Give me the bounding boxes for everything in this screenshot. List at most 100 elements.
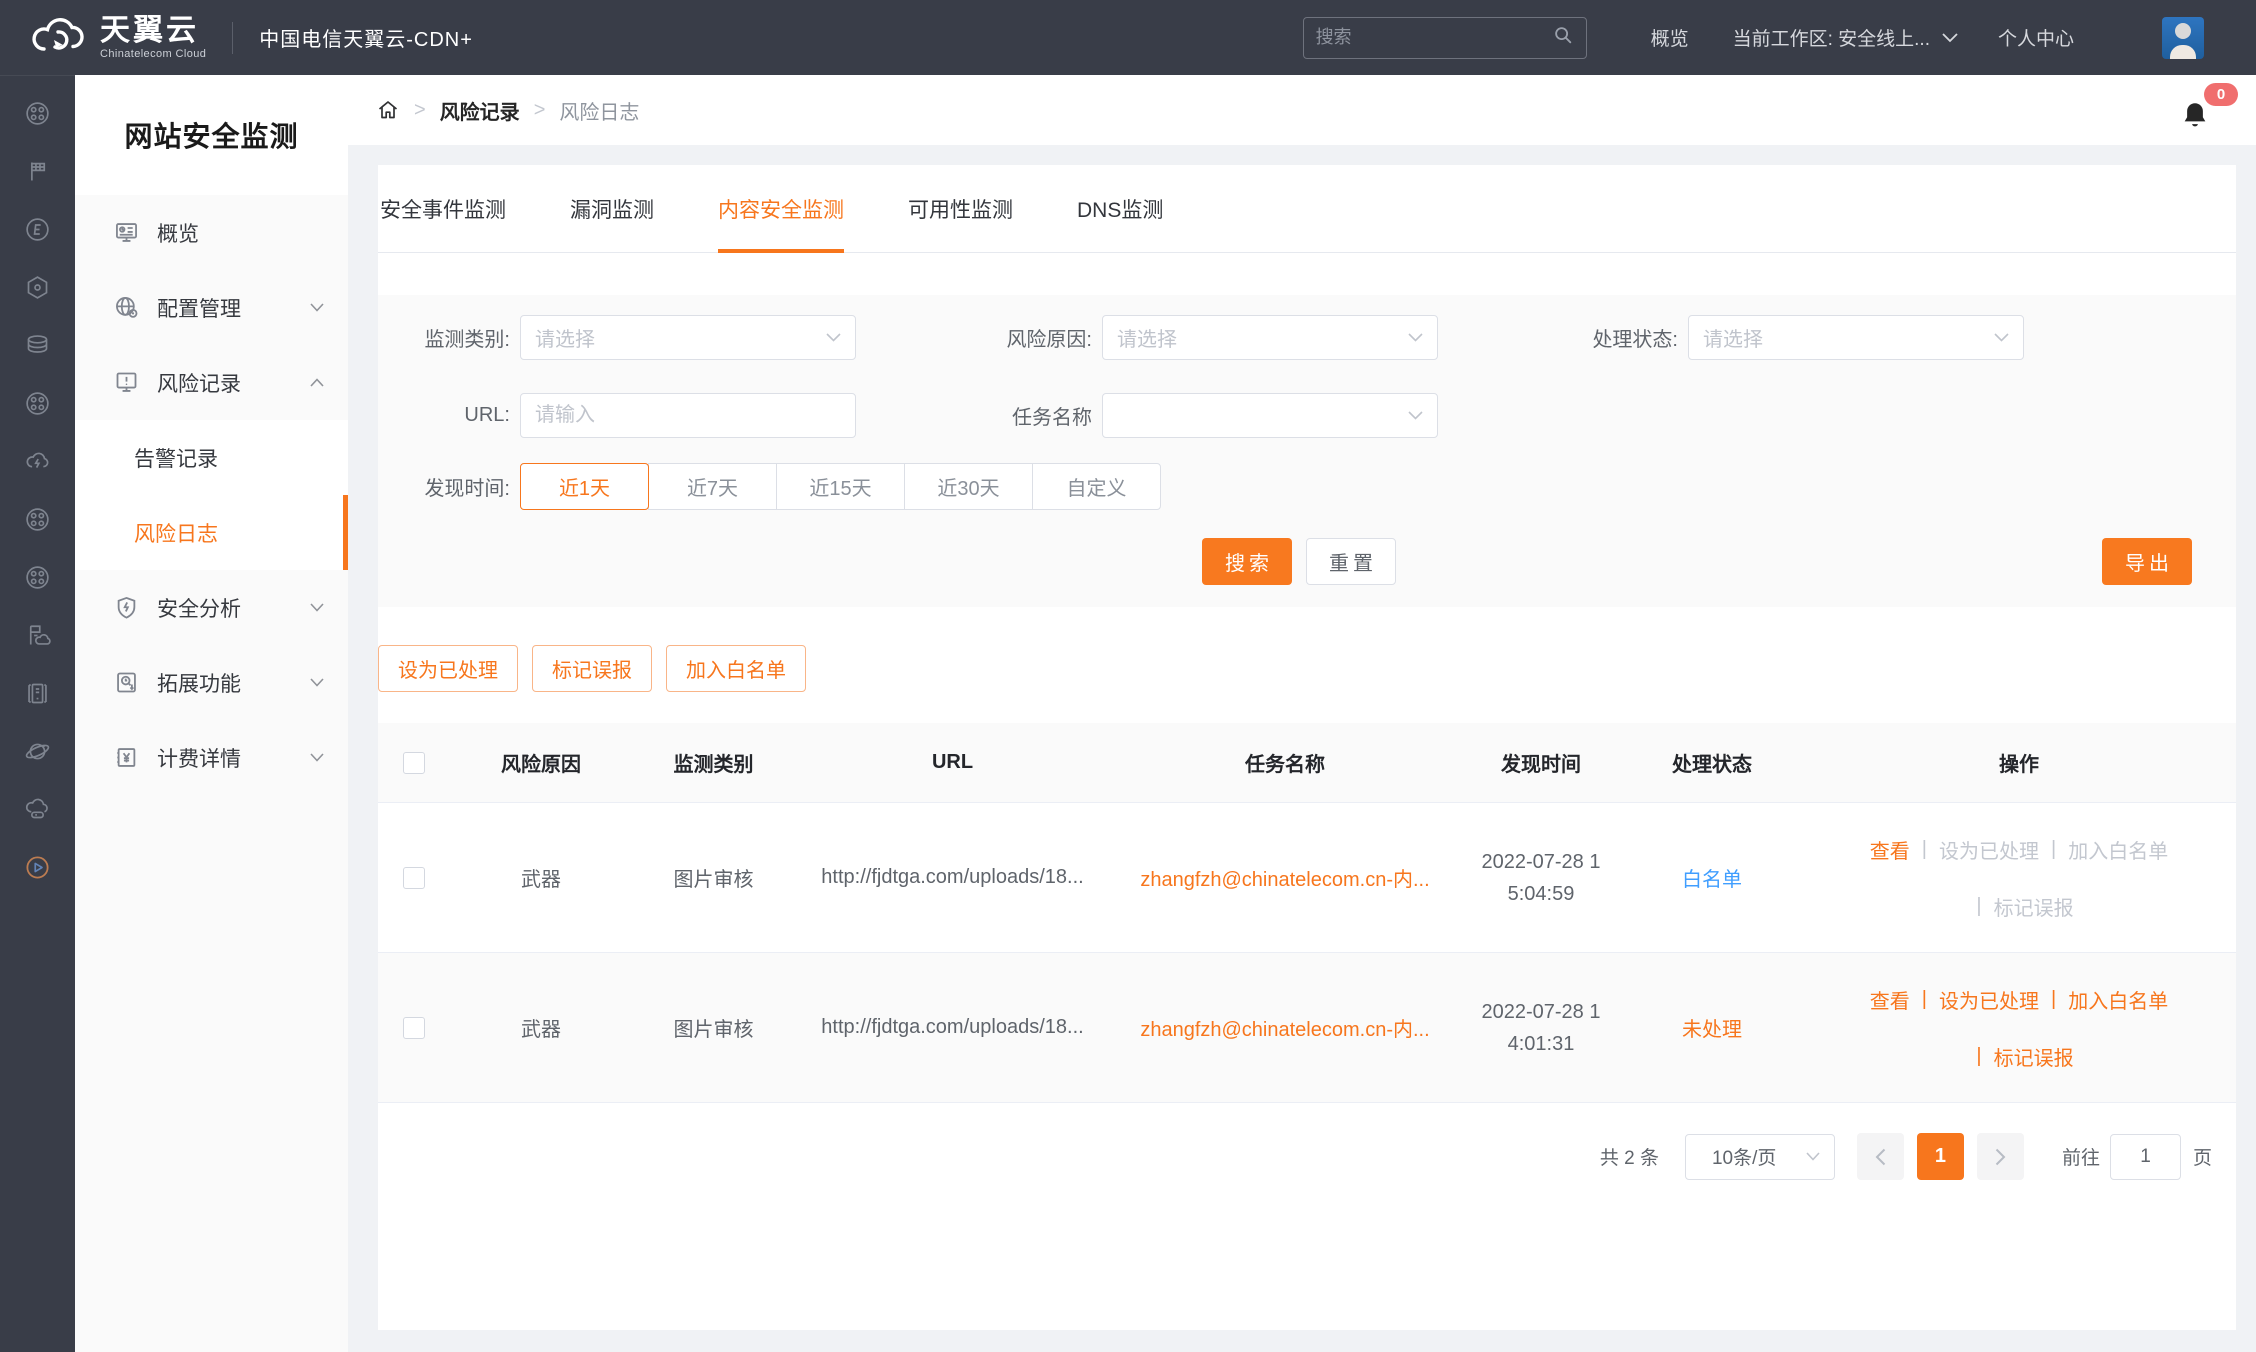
status-select[interactable]: 请选择: [1688, 315, 2024, 360]
rail-cloud-lightning-icon[interactable]: [0, 432, 75, 490]
next-page-button[interactable]: [1977, 1133, 2024, 1180]
chevron-down-icon: [1806, 1152, 1820, 1161]
category-select[interactable]: 请选择: [520, 315, 856, 360]
cell-task-link[interactable]: zhangfzh@chinatelecom.cn-内...: [1110, 803, 1460, 952]
notification-badge: 0: [2204, 83, 2238, 106]
sidebar-item-overview[interactable]: 概览: [75, 195, 348, 270]
rail-grid-circle-icon[interactable]: [0, 374, 75, 432]
time-range-7d[interactable]: 近7天: [648, 463, 777, 510]
notification-bell[interactable]: 0: [2176, 83, 2238, 139]
bulk-set-handled-button[interactable]: 设为已处理: [378, 645, 518, 692]
sidebar-menu: 概览 配置管理 风险记录 告警记录 风险日志 安全分析: [75, 195, 348, 795]
rail-hex-nut-icon[interactable]: [0, 258, 75, 316]
url-input-wrap[interactable]: [520, 393, 856, 438]
rail-flag-icon[interactable]: [0, 142, 75, 200]
action-mark-misreport-link[interactable]: 标记误报: [1994, 1042, 2074, 1071]
content: > 风险记录 > 风险日志 0 安全事件监测 漏洞监测 内容安全监测 可用性监测…: [348, 75, 2256, 1352]
cell-task-link[interactable]: zhangfzh@chinatelecom.cn-内...: [1110, 953, 1460, 1102]
time-range-custom[interactable]: 自定义: [1032, 463, 1161, 510]
breadcrumb-risk-records[interactable]: 风险记录: [440, 96, 520, 125]
tab-content-security[interactable]: 内容安全监测: [718, 165, 844, 252]
export-button[interactable]: 导出: [2102, 538, 2192, 585]
col-task-name: 任务名称: [1110, 723, 1460, 802]
rail-doc-cloud-icon[interactable]: [0, 606, 75, 664]
prev-page-button[interactable]: [1857, 1133, 1904, 1180]
sidebar-item-security-analysis[interactable]: 安全分析: [75, 570, 348, 645]
reason-label: 风险原因:: [856, 323, 1102, 352]
topbar: 天翼云 Chinatelecom Cloud 中国电信天翼云-CDN+ 概览 当…: [0, 0, 2256, 75]
url-input[interactable]: [535, 404, 841, 427]
user-avatar[interactable]: [2162, 17, 2204, 59]
sidebar-item-alert-records[interactable]: 告警记录: [75, 420, 348, 495]
sidebar-item-risk-logs[interactable]: 风险日志: [75, 495, 348, 570]
search-input[interactable]: [1316, 27, 1552, 48]
action-separator: |: [2051, 838, 2056, 861]
sidebar-item-extensions[interactable]: 拓展功能: [75, 645, 348, 720]
table-row: 武器 图片审核 http://fjdtga.com/uploads/18... …: [378, 953, 2236, 1103]
action-set-handled-link[interactable]: 设为已处理: [1939, 985, 2039, 1014]
tab-dns[interactable]: DNS监测: [1077, 165, 1163, 252]
sidebar-item-billing[interactable]: 计费详情: [75, 720, 348, 795]
time-range-15d[interactable]: 近15天: [776, 463, 905, 510]
rail-play-circle-icon[interactable]: [0, 838, 75, 896]
search-icon[interactable]: [1552, 24, 1574, 51]
page-size-value: 10条/页: [1712, 1143, 1776, 1170]
rail-grid-circle-icon[interactable]: [0, 490, 75, 548]
sidebar-item-config[interactable]: 配置管理: [75, 270, 348, 345]
rail-cabinet-icon[interactable]: [0, 664, 75, 722]
tab-vulnerability[interactable]: 漏洞监测: [570, 165, 654, 252]
cell-url: http://fjdtga.com/uploads/18...: [795, 953, 1110, 1102]
home-icon[interactable]: [376, 98, 400, 122]
action-separator: |: [1922, 838, 1927, 861]
time-label: 发现时间:: [378, 472, 520, 501]
nav-personal-center[interactable]: 个人中心: [1998, 24, 2074, 51]
row-checkbox[interactable]: [403, 867, 425, 889]
rail-grid-circle-icon[interactable]: [0, 548, 75, 606]
select-all-checkbox[interactable]: [403, 752, 425, 774]
row-checkbox[interactable]: [403, 1017, 425, 1039]
time-range-30d[interactable]: 近30天: [904, 463, 1033, 510]
bulk-add-whitelist-button[interactable]: 加入白名单: [666, 645, 806, 692]
search-button[interactable]: 搜索: [1202, 538, 1292, 585]
page-size-select[interactable]: 10条/页: [1685, 1134, 1835, 1180]
action-separator: |: [1922, 988, 1927, 1011]
time-range-1d[interactable]: 近1天: [520, 463, 649, 510]
action-add-whitelist-link[interactable]: 加入白名单: [2068, 985, 2168, 1014]
rail-edge-e-icon[interactable]: [0, 200, 75, 258]
rail-cloud-storage-icon[interactable]: [0, 780, 75, 838]
monitor-tabs: 安全事件监测 漏洞监测 内容安全监测 可用性监测 DNS监测: [378, 165, 2236, 253]
row-actions: 查看 | 设为已处理 | 加入白名单 | 标记误报: [1870, 835, 2168, 921]
status-whitelist[interactable]: 白名单: [1682, 863, 1742, 892]
action-view-link[interactable]: 查看: [1870, 835, 1910, 864]
risk-log-card: 安全事件监测 漏洞监测 内容安全监测 可用性监测 DNS监测 监测类别: 请选择…: [378, 165, 2236, 1330]
goto-page-input[interactable]: [2110, 1134, 2181, 1180]
rail-grid-circle-icon[interactable]: [0, 84, 75, 142]
rail-planet-icon[interactable]: [0, 722, 75, 780]
col-url: URL: [795, 723, 1110, 802]
sidebar: 网站安全监测 概览 配置管理 风险记录 告警记录 风险日志: [75, 75, 348, 1352]
bell-icon[interactable]: [2180, 100, 2210, 137]
sidebar-item-label: 安全分析: [157, 593, 241, 623]
workspace-selector[interactable]: 当前工作区: 安全线上...: [1733, 24, 1958, 51]
pagination-total: 共 2 条: [1600, 1143, 1659, 1170]
tab-availability[interactable]: 可用性监测: [908, 165, 1013, 252]
rail-database-icon[interactable]: [0, 316, 75, 374]
tab-security-events[interactable]: 安全事件监测: [380, 165, 506, 252]
status-pending: 未处理: [1682, 1013, 1742, 1042]
action-add-whitelist-link[interactable]: 加入白名单: [2068, 835, 2168, 864]
topbar-search[interactable]: [1303, 17, 1587, 59]
chevron-down-icon: [310, 303, 324, 312]
sidebar-item-risk-records[interactable]: 风险记录: [75, 345, 348, 420]
bulk-mark-misreport-button[interactable]: 标记误报: [532, 645, 652, 692]
breadcrumb-separator: >: [534, 99, 546, 122]
task-select[interactable]: [1102, 393, 1438, 438]
action-mark-misreport-link[interactable]: 标记误报: [1994, 892, 2074, 921]
reset-button[interactable]: 重置: [1306, 538, 1396, 585]
page-number-current[interactable]: 1: [1917, 1133, 1964, 1180]
category-placeholder: 请选择: [535, 323, 595, 352]
action-view-link[interactable]: 查看: [1870, 985, 1910, 1014]
action-set-handled-link[interactable]: 设为已处理: [1939, 835, 2039, 864]
brand[interactable]: 天翼云 Chinatelecom Cloud: [30, 14, 206, 61]
reason-select[interactable]: 请选择: [1102, 315, 1438, 360]
nav-overview[interactable]: 概览: [1651, 24, 1689, 51]
